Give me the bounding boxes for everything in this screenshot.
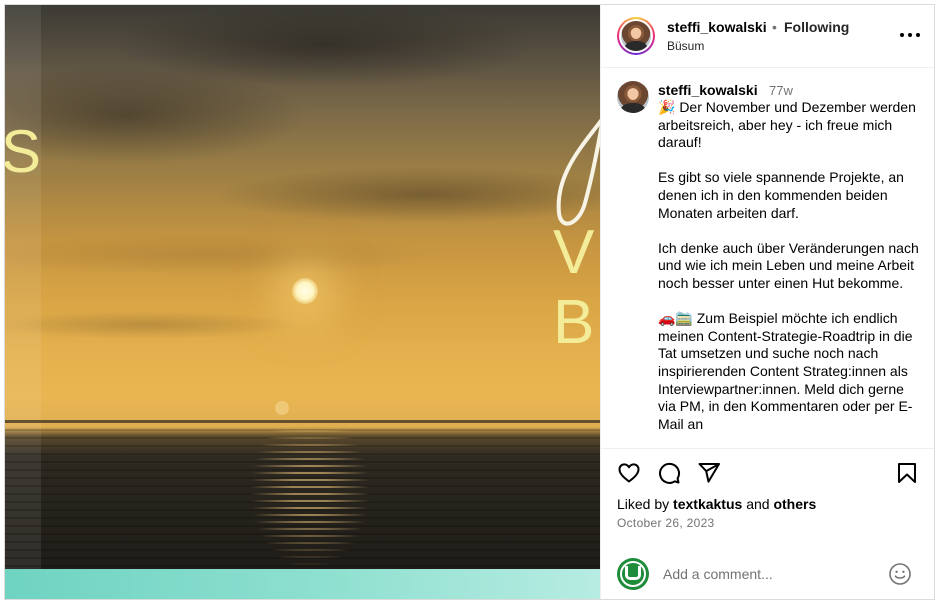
- overlay-letter-b: B: [553, 288, 595, 357]
- avatar-photo: [621, 21, 651, 51]
- overlay-script-swash: [556, 118, 600, 226]
- caption-scroll-area[interactable]: steffi_kowalski 77w 🎉 Der November und D…: [601, 68, 934, 448]
- following-button[interactable]: Following: [784, 19, 849, 35]
- image-clouds: [5, 5, 600, 421]
- location-link[interactable]: Büsum: [667, 39, 704, 53]
- liker-username[interactable]: textkaktus: [673, 496, 742, 512]
- instagram-post-modal: S V B steffi_kowalski • Following Büsum: [4, 4, 935, 600]
- caption-paragraph: Es gibt so viele spannende Projekte, an …: [658, 169, 904, 221]
- more-horizontal-icon[interactable]: [898, 25, 922, 45]
- comment-icon[interactable]: [657, 461, 681, 485]
- caption-author-avatar[interactable]: [617, 81, 649, 113]
- caption-paragraph: Ich denke auch über Veränderungen nach u…: [658, 239, 919, 291]
- post-side-panel: steffi_kowalski • Following Büsum steffi…: [600, 5, 934, 599]
- likes-others-link[interactable]: others: [773, 496, 816, 512]
- post-actions: Liked by textkaktus and others October 2…: [601, 448, 934, 599]
- post-image[interactable]: S V B: [5, 5, 600, 599]
- post-date[interactable]: October 26, 2023: [617, 516, 715, 530]
- likes-summary: Liked by textkaktus and others: [617, 496, 816, 512]
- bookmark-icon[interactable]: [895, 461, 919, 485]
- add-comment-row: Add a comment...: [601, 552, 934, 599]
- separator-dot: •: [772, 19, 777, 35]
- author-username[interactable]: steffi_kowalski: [667, 19, 767, 35]
- image-sun-reflection: [235, 430, 385, 580]
- caption-username[interactable]: steffi_kowalski: [658, 82, 758, 98]
- caption-paragraph: 🎉 Der November und Dezember werden arbei…: [658, 99, 916, 151]
- author-avatar[interactable]: [617, 17, 655, 55]
- image-teal-bar: [5, 569, 600, 599]
- caption-text: 🎉 Der November und Dezember werden arbei…: [658, 99, 920, 448]
- current-user-avatar[interactable]: [617, 558, 649, 590]
- overlay-letter-s: S: [5, 118, 42, 185]
- post-header: steffi_kowalski • Following Büsum: [601, 5, 934, 68]
- caption-paragraph: 🚗🚞 Zum Beispiel möchte ich endlich meine…: [658, 310, 913, 432]
- smiley-icon[interactable]: [888, 562, 912, 586]
- image-sun: [292, 278, 318, 304]
- heart-icon[interactable]: [617, 461, 641, 485]
- share-icon[interactable]: [697, 461, 721, 485]
- overlay-letter-v: V: [553, 218, 595, 287]
- caption-timestamp[interactable]: 77w: [769, 83, 793, 98]
- comment-input[interactable]: Add a comment...: [663, 566, 773, 582]
- likes-prefix: Liked by: [617, 496, 670, 512]
- image-lens-flare: [275, 401, 289, 415]
- likes-connector: and: [746, 496, 770, 512]
